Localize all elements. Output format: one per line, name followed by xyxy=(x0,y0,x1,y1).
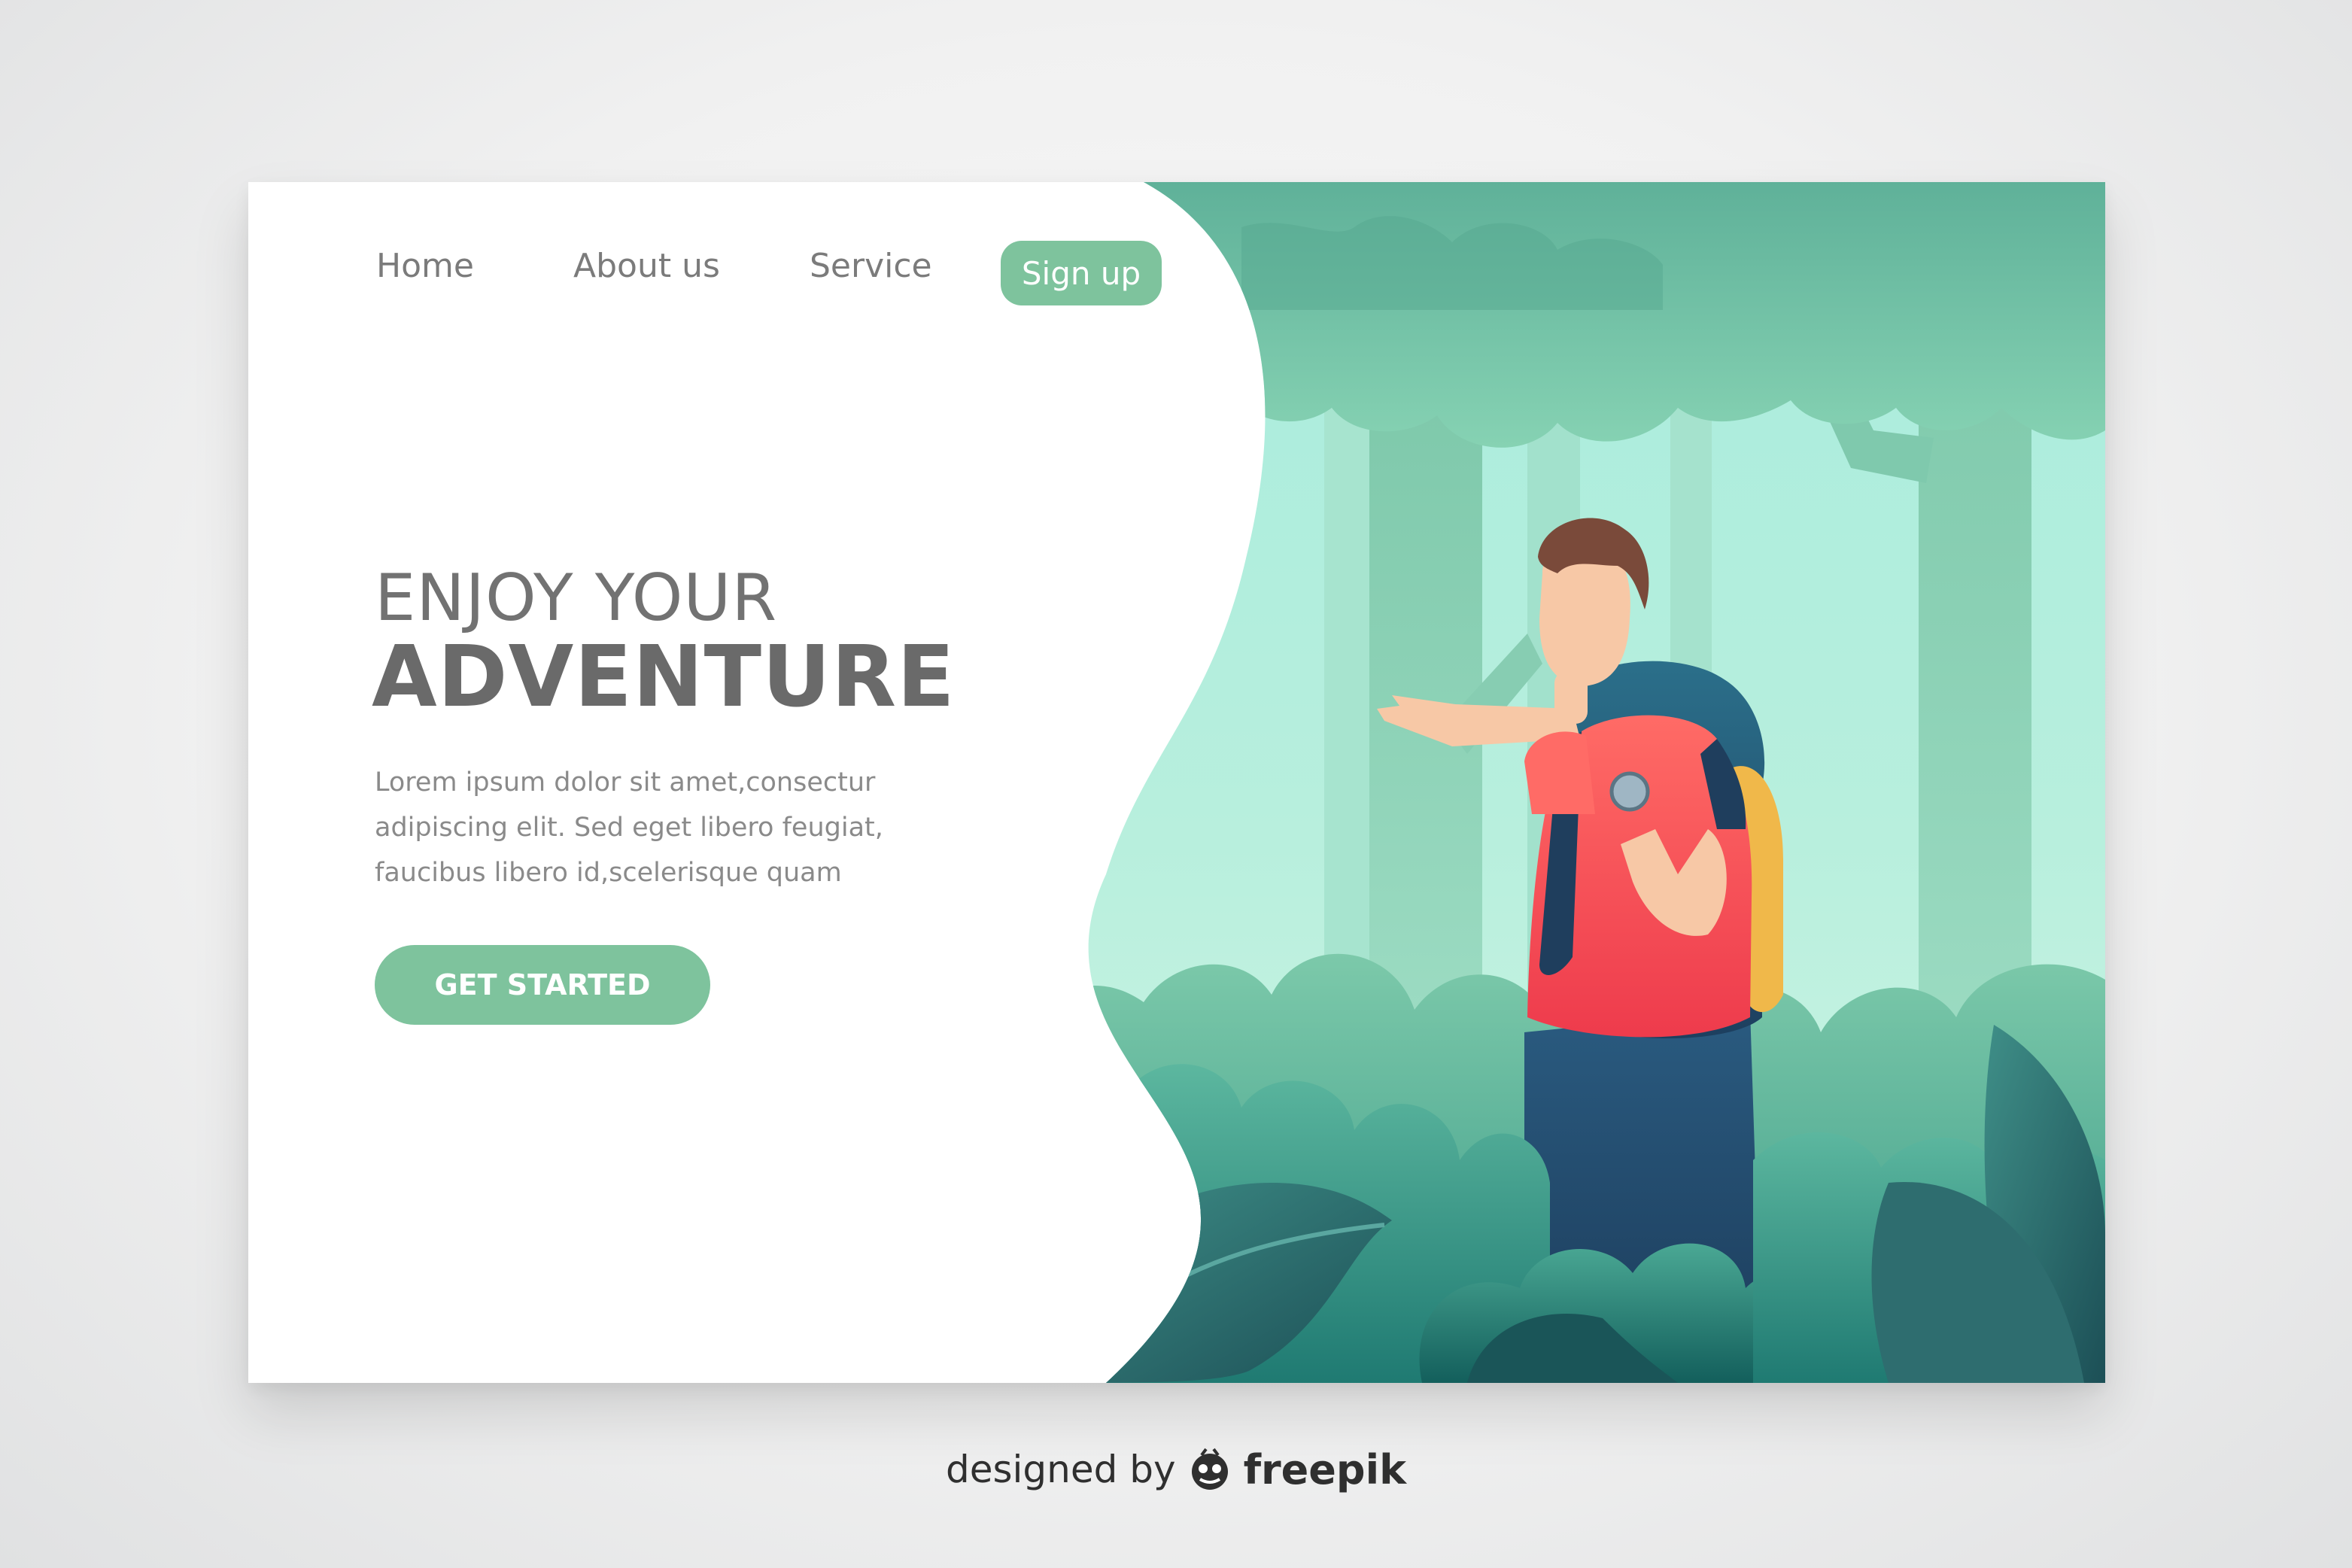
signup-button[interactable]: Sign up xyxy=(1001,241,1162,305)
landing-card: Home About us Service Sign up ENJOY YOUR… xyxy=(248,182,2105,1383)
get-started-button[interactable]: GET STARTED xyxy=(375,945,710,1025)
attribution-prefix: designed by xyxy=(945,1448,1176,1491)
hero-title-line1: ENJOY YOUR xyxy=(375,561,778,636)
nav-link-service[interactable]: Service xyxy=(810,250,932,283)
attribution: designed by freepik xyxy=(0,1443,2352,1496)
hero-description-line: faucibus libero id,scelerisque quam xyxy=(375,858,842,888)
hero-title-line2: ADVENTURE xyxy=(372,628,956,726)
attribution-brand: freepik xyxy=(1243,1445,1407,1494)
hero-description-line: adipiscing elit. Sed eget libero feugiat… xyxy=(375,813,883,843)
compass-icon xyxy=(1609,771,1650,812)
nav-link-home[interactable]: Home xyxy=(376,250,474,283)
hero-description: Lorem ipsum dolor sit amet,consectur adi… xyxy=(375,760,947,895)
top-navigation: Home About us Service Sign up xyxy=(248,182,1226,333)
nav-link-about-us[interactable]: About us xyxy=(573,250,720,283)
freepik-logo-icon xyxy=(1191,1448,1228,1490)
hero-description-line: Lorem ipsum dolor sit amet,consectur xyxy=(375,767,876,798)
